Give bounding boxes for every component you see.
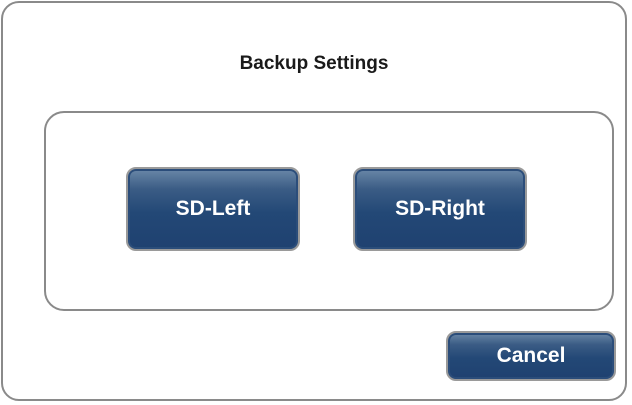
cancel-button[interactable]: Cancel [446,331,616,381]
sd-left-button[interactable]: SD-Left [126,167,300,251]
sd-right-button[interactable]: SD-Right [353,167,527,251]
dialog-title: Backup Settings [239,53,389,74]
